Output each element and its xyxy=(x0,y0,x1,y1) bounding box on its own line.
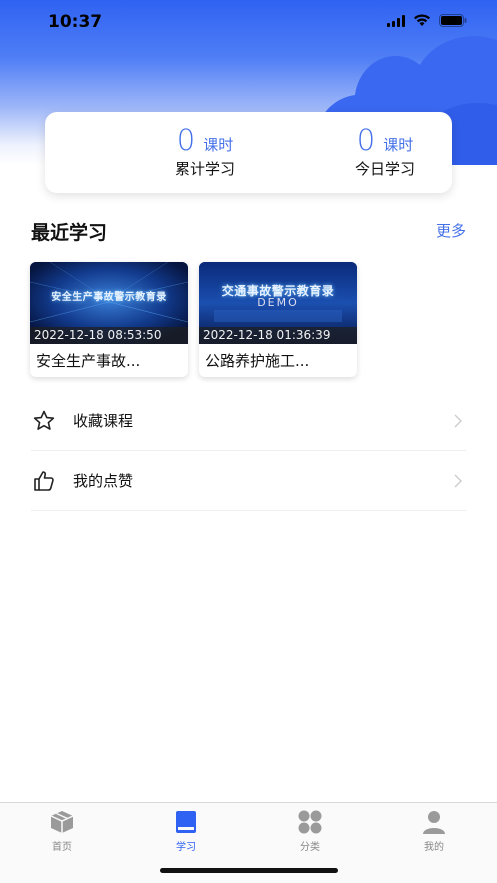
signal-icon xyxy=(387,14,405,27)
course-timestamp: 2022-12-18 08:53:50 xyxy=(30,327,188,344)
course-card[interactable]: 交通事故警示教育录 DEMO 2022-12-18 01:36:39 公路养护施… xyxy=(199,262,357,377)
course-card[interactable]: 安全生产事故警示教育录 2022-12-18 08:53:50 安全生产事故..… xyxy=(30,262,188,377)
book-icon xyxy=(176,811,196,833)
status-time: 10:37 xyxy=(48,12,103,32)
home-indicator xyxy=(160,868,338,873)
stat-today-study: 0 课时 今日学习 xyxy=(305,124,465,179)
more-link[interactable]: 更多 xyxy=(436,220,466,241)
course-name: 公路养护施工... xyxy=(205,352,310,370)
status-bar: 10:37 xyxy=(0,0,497,44)
tab-home[interactable]: 首页 xyxy=(22,809,102,853)
menu-favorites[interactable]: 收藏课程 xyxy=(31,391,466,451)
menu-likes-label: 我的点赞 xyxy=(73,472,134,490)
course-timestamp: 2022-12-18 01:36:39 xyxy=(199,327,357,344)
tab-category[interactable]: 分类 xyxy=(270,809,350,853)
star-icon xyxy=(31,408,57,434)
user-icon xyxy=(423,811,445,834)
course-thumbnail: 交通事故警示教育录 DEMO 2022-12-18 01:36:39 xyxy=(199,262,357,344)
status-icons xyxy=(387,14,467,27)
tab-mine[interactable]: 我的 xyxy=(394,809,474,853)
chevron-right-icon xyxy=(454,474,462,487)
recent-section-title: 最近学习 xyxy=(31,222,108,244)
chevron-right-icon xyxy=(454,414,462,427)
stat-today-label: 今日学习 xyxy=(354,160,415,178)
battery-icon xyxy=(439,14,467,27)
course-name: 安全生产事故... xyxy=(36,352,141,370)
stat-total-value: 0 xyxy=(176,123,196,157)
course-thumbnail: 安全生产事故警示教育录 2022-12-18 08:53:50 xyxy=(30,262,188,344)
thumbnail-subtitle: DEMO xyxy=(257,296,299,309)
tab-mine-label: 我的 xyxy=(424,842,444,853)
tab-study-label: 学习 xyxy=(176,842,196,853)
stat-today-value: 0 xyxy=(356,123,376,157)
menu-likes[interactable]: 我的点赞 xyxy=(31,451,466,511)
wifi-icon xyxy=(414,14,430,26)
stat-total-unit: 课时 xyxy=(203,136,234,154)
stat-total-label: 累计学习 xyxy=(174,160,235,178)
tab-category-label: 分类 xyxy=(300,842,320,853)
stats-card: 0 课时 累计学习 0 课时 今日学习 xyxy=(45,112,452,193)
tab-home-label: 首页 xyxy=(52,842,72,853)
menu-favorites-label: 收藏课程 xyxy=(73,412,134,430)
thumbnail-title: 安全生产事故警示教育录 xyxy=(51,292,167,303)
tab-study[interactable]: 学习 xyxy=(146,809,226,853)
stat-today-unit: 课时 xyxy=(383,136,414,154)
thumbs-up-icon xyxy=(31,468,57,494)
box-icon xyxy=(50,811,74,833)
stat-total-study: 0 课时 累计学习 xyxy=(125,124,285,179)
grid-icon xyxy=(298,810,322,834)
